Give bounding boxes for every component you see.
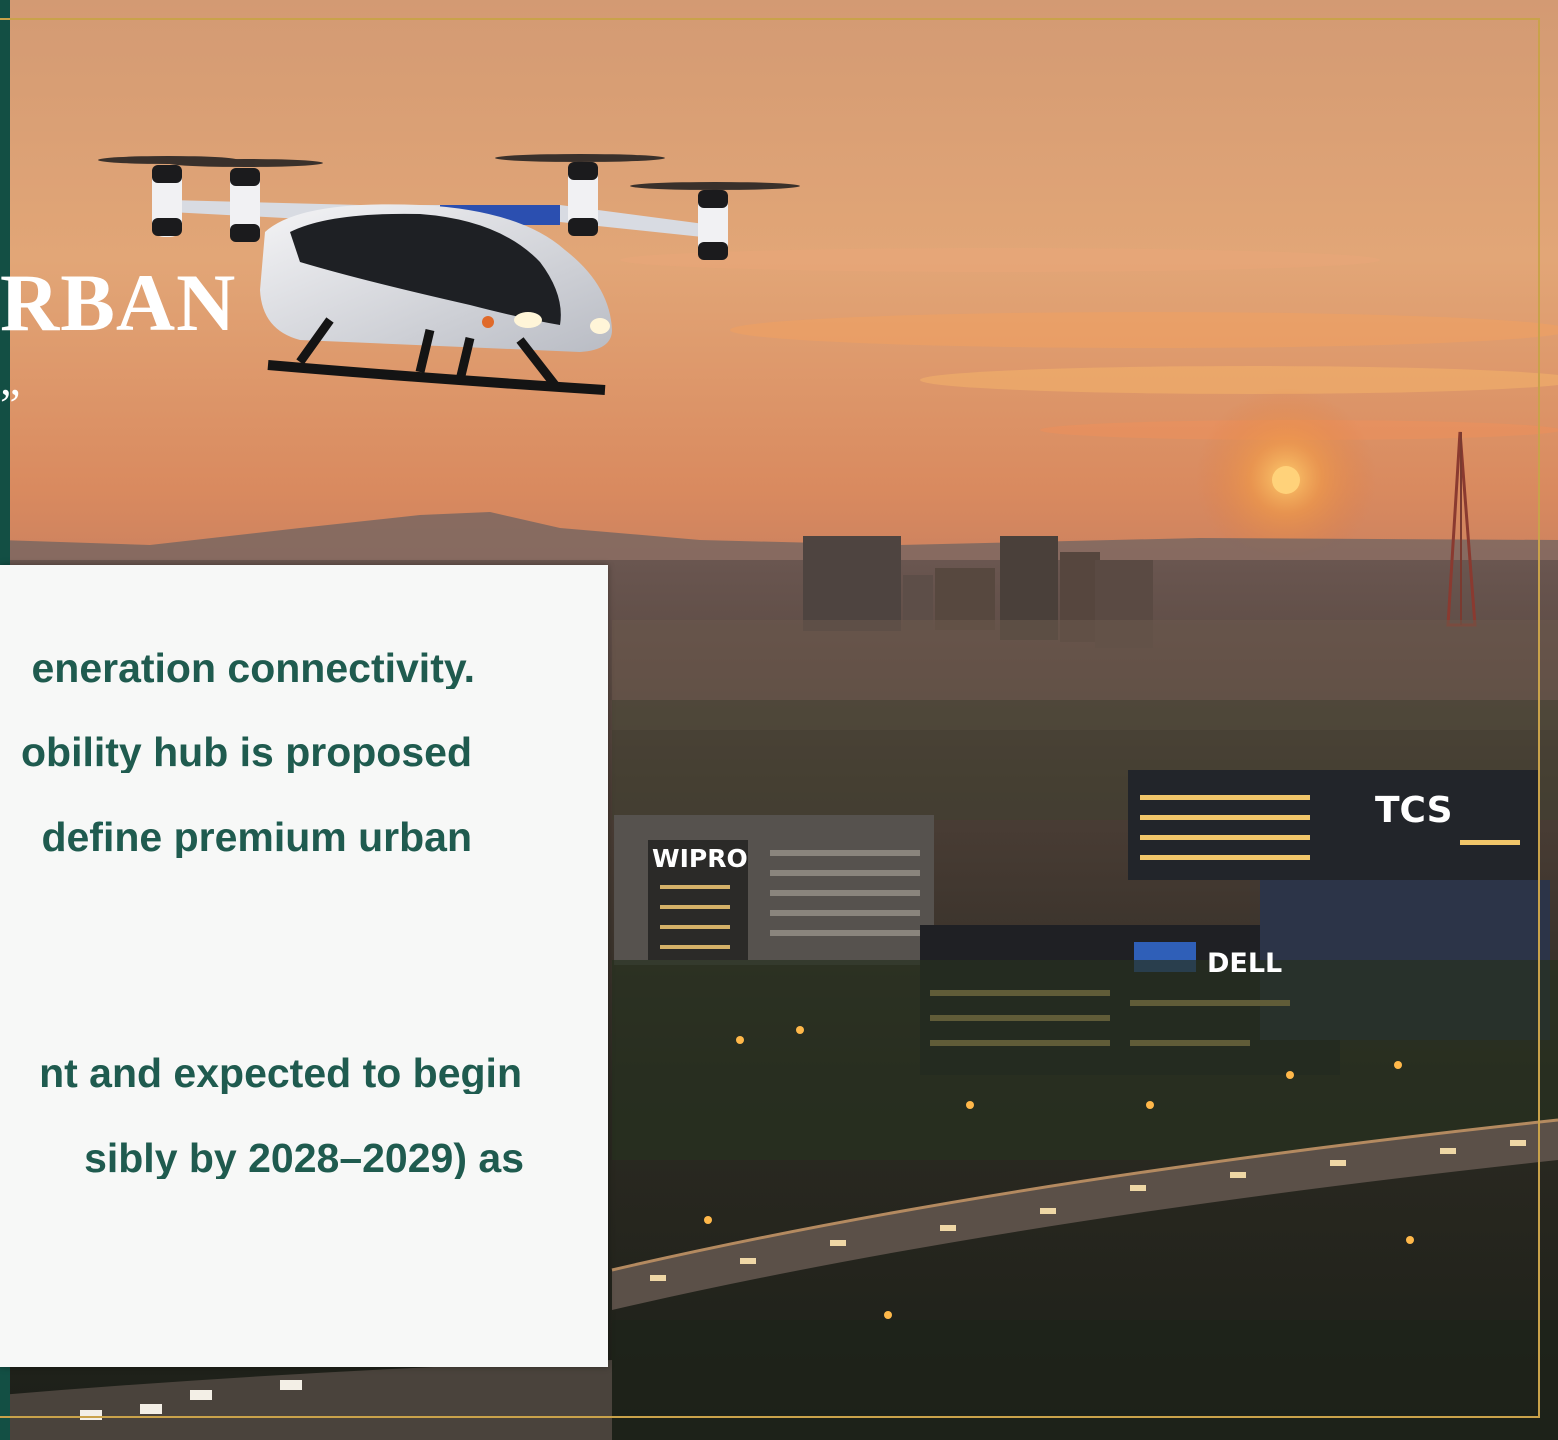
card-line-5: sibly by 2028–2029) as <box>84 1138 524 1179</box>
card-line-1: eneration connectivity. <box>31 648 475 689</box>
dell-sign: DΕLL <box>1207 948 1283 979</box>
card-line-2: obility hub is proposed <box>21 732 472 773</box>
card-line-4: nt and expected to begin <box>39 1053 522 1094</box>
text-card: eneration connectivity. obility hub is p… <box>0 565 608 1367</box>
slide-title-fragment: RBAN <box>0 257 237 348</box>
tcs-sign: TCS <box>1375 790 1453 831</box>
closing-quote-mark: ” <box>0 379 21 430</box>
card-line-3: define premium urban <box>41 817 472 858</box>
wipro-sign: WIPRO <box>652 844 748 873</box>
slide: RBAN ” WIPRO TCS DΕLL eneration connecti… <box>0 0 1558 1440</box>
